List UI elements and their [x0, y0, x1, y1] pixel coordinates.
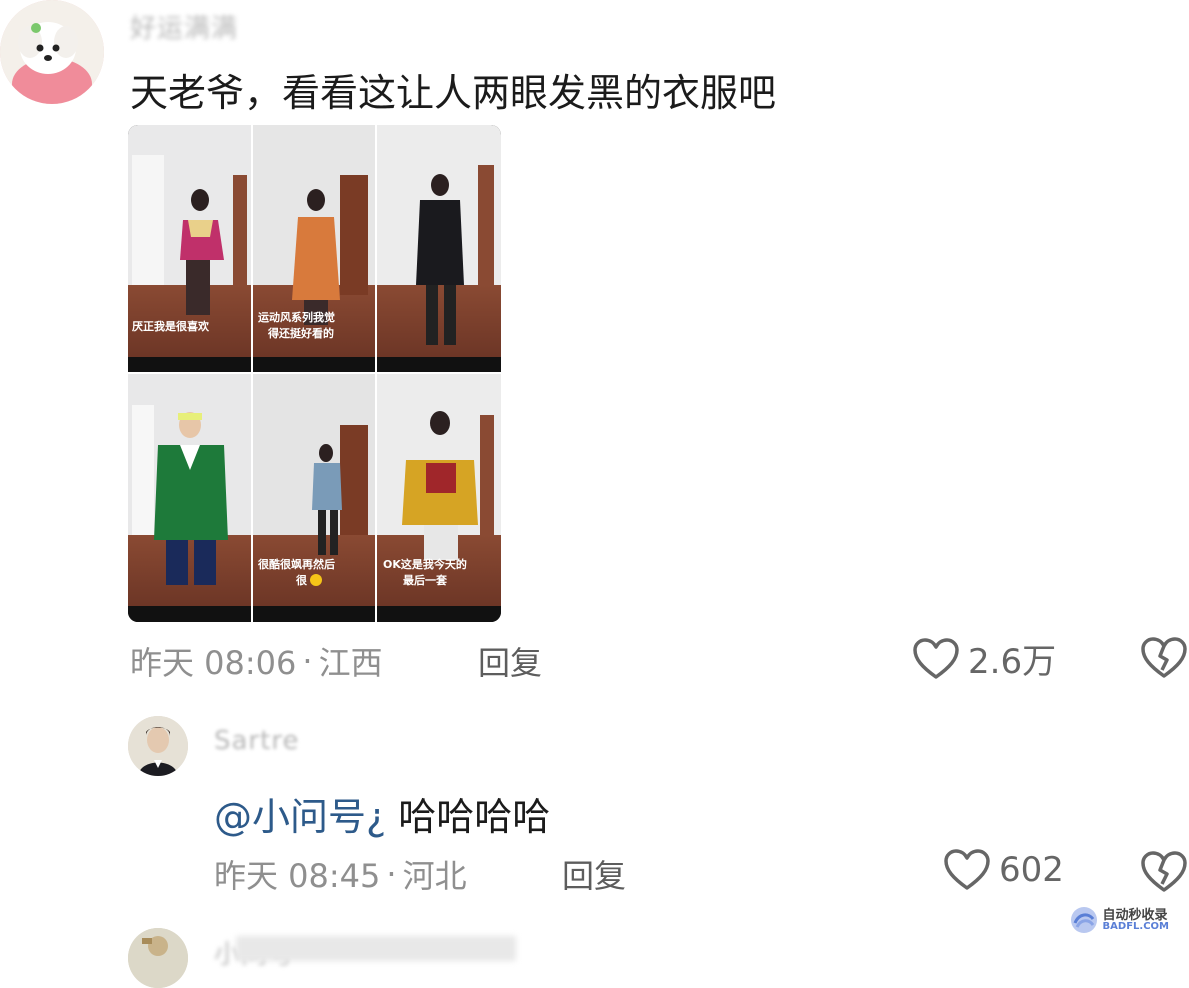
caption-2a: 运动风系列我觉	[258, 310, 335, 324]
avatar-user-3[interactable]	[128, 928, 188, 988]
comment-meta: 昨天 08:45 · 河北	[214, 851, 467, 897]
caption-6b: 最后一套	[403, 573, 448, 587]
comment-username[interactable]: Sartre	[214, 726, 299, 750]
photo-4	[128, 373, 252, 606]
like-count: 602	[999, 850, 1064, 890]
caption-6a: OK这是我今天的	[383, 557, 467, 571]
reply-button[interactable]: 回复	[562, 851, 626, 897]
avatar-dog[interactable]	[0, 0, 104, 104]
meta-separator: ·	[302, 642, 313, 680]
caption-5a: 很酷很飒再然后	[257, 557, 335, 571]
comment-text: 天老爷，看看这让人两眼发黑的衣服吧	[130, 71, 777, 115]
photo-6	[376, 373, 501, 606]
comment-photo-grid[interactable]: 厌正我是很喜欢 运动风系列我觉 得还挺好看的 很酷很飒再然后 很 OK这是我今天…	[128, 125, 501, 622]
watermark-title: 自动秒收录	[1102, 907, 1168, 923]
comment-location: 河北	[402, 857, 467, 895]
meta-separator: ·	[386, 855, 397, 893]
broken-heart-icon	[1141, 851, 1187, 892]
photo-5	[252, 373, 376, 606]
photo-3	[376, 125, 501, 373]
dislike-button[interactable]	[1140, 636, 1188, 684]
caption-2b: 得还挺好看的	[267, 326, 334, 340]
comment-username[interactable]: 好运满满	[130, 8, 238, 45]
reply-body: 哈哈哈哈	[398, 795, 551, 839]
outfit-photos: 厌正我是很喜欢 运动风系列我觉 得还挺好看的 很酷很飒再然后 很 OK这是我今天…	[128, 125, 501, 622]
dog-avatar-image	[0, 0, 104, 104]
watermark-text: 自动秒收录 BADFL.COM	[1103, 909, 1169, 932]
comment-location: 江西	[318, 644, 383, 682]
heart-outline-icon	[913, 637, 959, 679]
heart-outline-icon	[944, 849, 990, 890]
photo-1	[128, 125, 252, 373]
like-button[interactable]: 602	[943, 848, 1064, 892]
caption-1: 厌正我是很喜欢	[132, 319, 210, 333]
comment-meta: 昨天 08:06 · 江西	[130, 638, 383, 684]
watermark-logo-icon	[1070, 907, 1097, 933]
blurred-region	[236, 936, 516, 961]
like-count: 2.6万	[968, 642, 1057, 682]
comment-time: 昨天 08:06	[130, 644, 297, 682]
dislike-button[interactable]	[1140, 850, 1188, 898]
mention-link[interactable]: @小问号¿	[214, 795, 386, 839]
comment-time: 昨天 08:45	[214, 857, 381, 895]
reply-text: @小问号¿ 哈哈哈哈	[214, 786, 550, 841]
user-avatar-image	[128, 928, 188, 988]
watermark: 自动秒收录 BADFL.COM	[1069, 905, 1169, 935]
reply-button[interactable]: 回复	[478, 638, 542, 684]
caption-5b: 很	[295, 573, 308, 587]
broken-heart-icon	[1141, 637, 1187, 678]
avatar-user[interactable]	[128, 716, 188, 776]
like-button[interactable]: 2.6万	[912, 634, 1056, 683]
user-avatar-image	[128, 716, 188, 776]
watermark-url: BADFL.COM	[1102, 920, 1169, 932]
